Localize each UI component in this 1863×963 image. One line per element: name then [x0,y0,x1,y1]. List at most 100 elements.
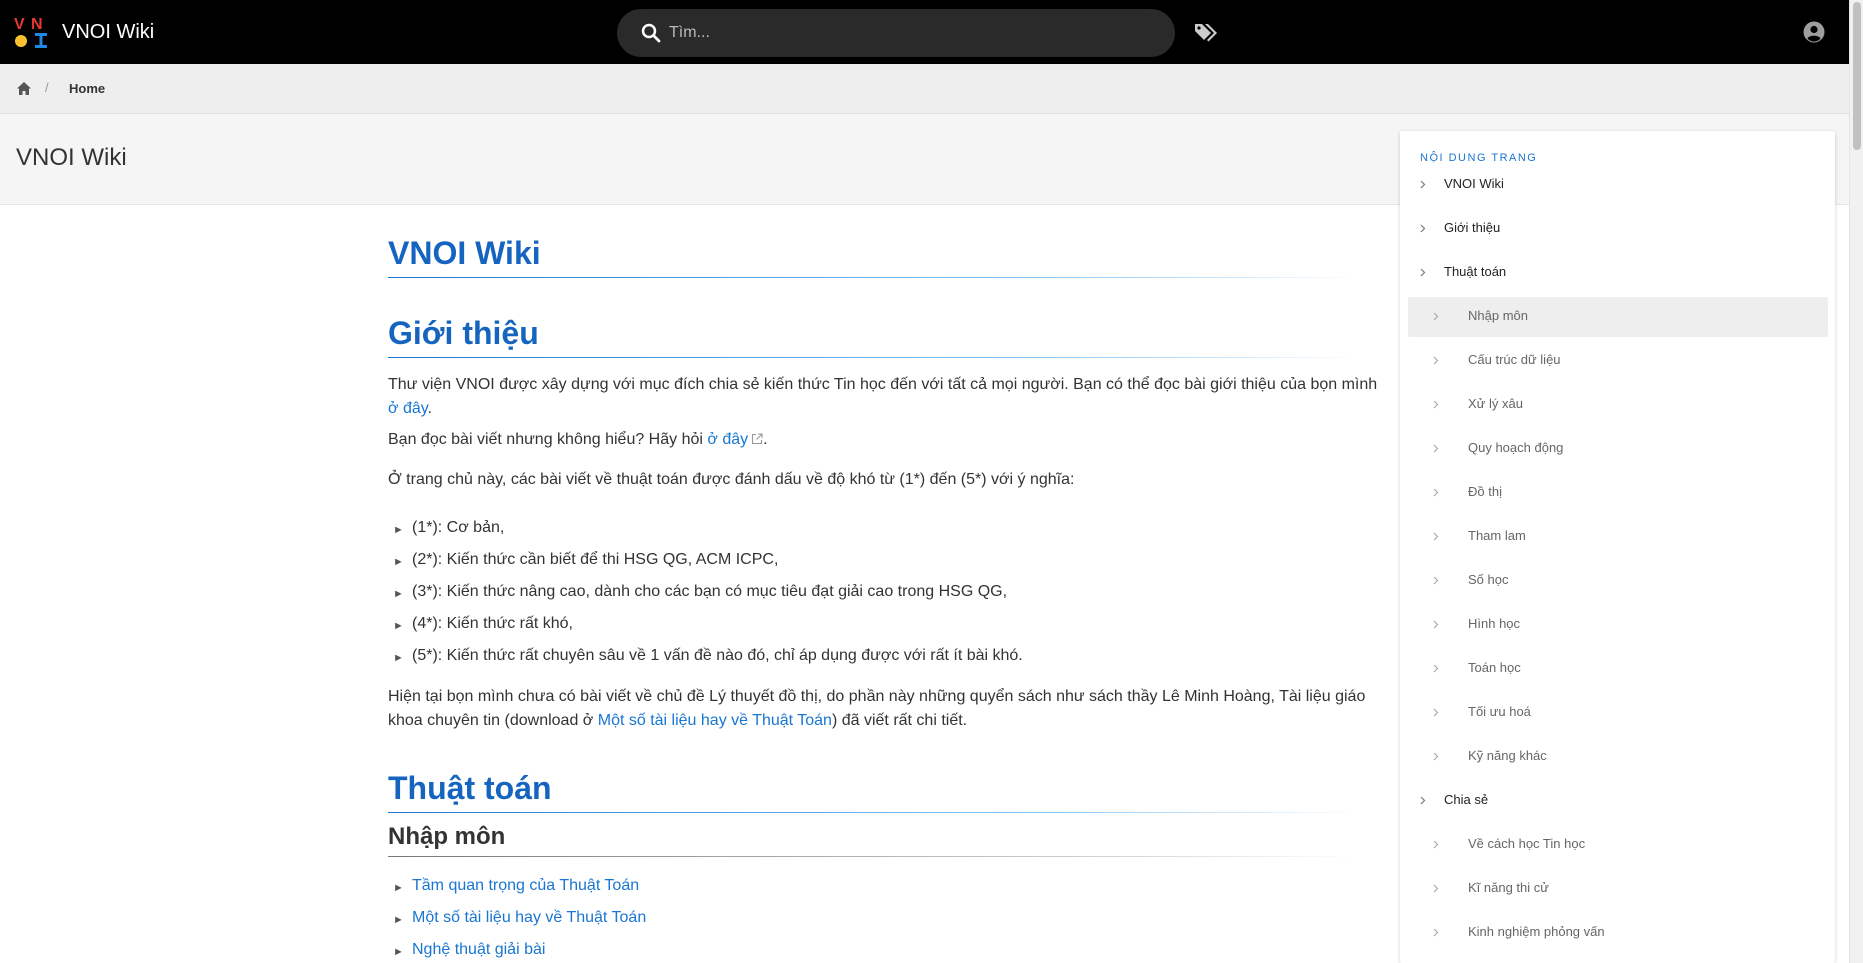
app-title[interactable]: VNOI Wiki [62,0,154,64]
toc-item-label: Quy hoạch động [1468,440,1564,455]
heading-thuat-toan: Thuật toán [388,770,552,806]
heading-rule [388,812,1358,813]
toc-item[interactable]: Nhập môn [1408,297,1828,337]
article-link[interactable]: Nghệ thuật giải bài [412,941,545,959]
toc-item-label: Về cách học Tin học [1468,836,1586,851]
heading-rule [388,277,1358,278]
tags-icon[interactable] [1194,22,1218,44]
chevron-right-icon [1433,488,1439,497]
chevron-right-icon [1433,576,1439,585]
toc-item[interactable]: Hình học [1408,605,1828,645]
search-icon [641,23,661,43]
breadcrumb: / Home [0,64,1849,114]
chevron-right-icon [1433,708,1439,717]
list-item: (5*): Kiến thức rất chuyên sâu về 1 vấn … [412,647,1023,664]
toc-item-label: Cấu trúc dữ liệu [1468,352,1561,367]
toc-item-label: Xử lý xâu [1468,396,1523,411]
chevron-right-icon [1433,840,1439,849]
svg-text:N: N [31,16,43,33]
toc-item[interactable]: Kĩ năng thi cử [1408,869,1828,909]
bullet-icon: ► [393,882,404,894]
heading-rule [388,357,1358,358]
toc-item-label: Thuật toán [1444,264,1507,279]
svg-text:V: V [14,16,25,33]
breadcrumb-current[interactable]: Home [69,81,105,96]
toc-item[interactable]: Tham lam [1408,517,1828,557]
list-item: (2*): Kiến thức cần biết để thi HSG QG, … [412,551,779,568]
ask-link[interactable]: ở đây [707,431,763,448]
toc-item[interactable]: Đồ thị [1408,473,1828,513]
toc-item-label: Chia sẻ [1444,792,1489,807]
page-scrollbar[interactable] [1849,0,1863,963]
chevron-right-icon [1433,928,1439,937]
page-title: VNOI Wiki [16,144,127,171]
breadcrumb-separator: / [45,80,49,95]
toc-header: NỘI DUNG TRANG [1420,152,1538,164]
graph-note-paragraph: Hiện tại bọn mình chưa có bài viết về ch… [388,688,1366,729]
heading-vnoi-wiki: VNOI Wiki [388,235,541,271]
subheading-rule [388,856,1358,857]
bullet-icon: ► [393,914,404,926]
search-box[interactable] [617,9,1175,57]
toc-item-label: Đồ thị [1468,484,1502,499]
toc-item[interactable]: Toán học [1408,649,1828,689]
toc-item[interactable]: Quy hoạch động [1408,429,1828,469]
toc-item[interactable]: Về cách học Tin học [1408,825,1828,865]
toc-item[interactable]: Thuật toán [1408,253,1828,293]
account-circle-icon[interactable] [1803,21,1825,43]
toc-item-label: VNOI Wiki [1444,176,1504,191]
toc-item-label: Kỹ năng khác [1468,748,1547,763]
article-link[interactable]: Tầm quan trọng của Thuật Toán [412,877,639,895]
bullet-icon: ► [393,524,404,536]
toc-item-label: Số học [1468,572,1509,587]
toc-item-label: Nhập môn [1468,308,1528,323]
chevron-right-icon [1433,400,1439,409]
intro-link[interactable]: ở đây [388,400,428,417]
table-of-contents: NỘI DUNG TRANG VNOI Wiki Giới thiệu Thuật … [1400,131,1835,963]
toc-item-label: Kinh nghiệm phỏng vấn [1468,924,1605,939]
ask-paragraph: Bạn đọc bài viết nhưng không hiểu? Hãy h… [388,431,768,448]
list-item: (1*): Cơ bản, [412,519,505,536]
toc-item[interactable]: Tối ưu hoá [1408,693,1828,733]
toc-item-label: Tham lam [1468,528,1526,543]
chevron-right-icon [1433,532,1439,541]
article-link[interactable]: Một số tài liệu hay về Thuật Toán [412,909,646,927]
chevron-right-icon [1433,884,1439,893]
chevron-right-icon [1433,356,1439,365]
toc-item-label: Tối ưu hoá [1468,704,1531,719]
bullet-icon: ► [393,652,404,664]
home-icon[interactable] [17,82,31,95]
toc-item[interactable]: Xử lý xâu [1408,385,1828,425]
search-input[interactable] [669,9,1149,57]
chevron-right-icon [1433,620,1439,629]
toc-item[interactable]: Kinh nghiệm phỏng vấn [1408,913,1828,953]
toc-item-label: Toán học [1468,660,1521,675]
toc-item-label: Giới thiệu [1444,220,1501,235]
toc-item[interactable]: Kỹ năng khác [1408,737,1828,777]
toc-item[interactable]: Cấu trúc dữ liệu [1408,341,1828,381]
bullet-icon: ► [393,556,404,568]
heading-gioi-thieu: Giới thiệu [388,315,539,351]
top-app-bar: V N VNOI Wiki [0,0,1849,64]
intro-paragraph: Thư viện VNOI được xây dựng với mục đích… [388,376,1378,417]
external-link-icon [752,433,763,445]
chevron-right-icon [1433,664,1439,673]
difficulty-intro: Ở trang chủ này, các bài viết về thuật t… [388,471,1075,488]
chevron-right-icon [1433,752,1439,761]
list-item: (3*): Kiến thức nâng cao, dành cho các b… [412,583,1008,600]
chevron-right-icon [1433,444,1439,453]
heading-nhap-mon: Nhập môn [388,823,506,850]
toc-item[interactable]: Giới thiệu [1408,209,1828,249]
list-item: (4*): Kiến thức rất khó, [412,615,573,632]
toc-item[interactable]: Số học [1408,561,1828,601]
chevron-right-icon [1420,796,1426,805]
bullet-icon: ► [393,946,404,958]
vnoi-logo-icon[interactable]: V N [14,14,50,50]
resources-link[interactable]: Một số tài liệu hay về Thuật Toán [598,712,832,729]
toc-item[interactable]: Chia sẻ [1408,781,1828,821]
scrollbar-thumb[interactable] [1853,2,1861,150]
toc-item-label: Hình học [1468,616,1521,631]
bullet-icon: ► [393,588,404,600]
chevron-right-icon [1420,224,1426,233]
toc-item[interactable]: VNOI Wiki [1408,165,1828,205]
